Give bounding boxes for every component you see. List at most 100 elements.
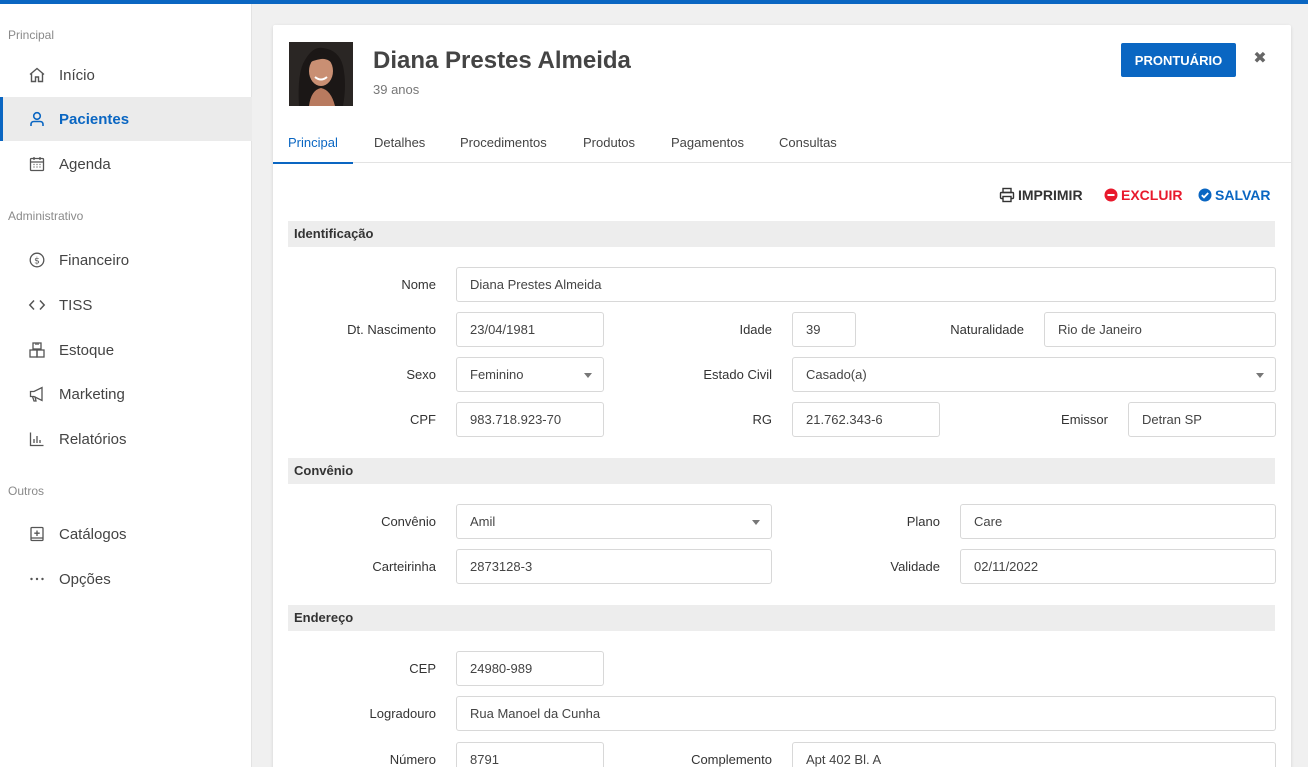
sidebar-item-label: TISS xyxy=(59,296,93,314)
more-icon xyxy=(28,570,46,588)
convenio-value: Amil xyxy=(470,514,496,529)
sidebar: Principal Início Pacientes Agenda Admini… xyxy=(0,4,252,767)
chevron-down-icon xyxy=(752,520,760,525)
sidebar-item-label: Marketing xyxy=(59,385,125,403)
plano-field[interactable]: Care xyxy=(960,504,1276,539)
svg-text:$: $ xyxy=(34,256,40,266)
sidebar-section-title: Outros xyxy=(8,484,45,498)
numero-field[interactable]: 8791 xyxy=(456,742,604,767)
tab-consultas[interactable]: Consultas xyxy=(779,135,837,163)
rg-field[interactable]: 21.762.343-6 xyxy=(792,402,940,437)
sidebar-item-catalogos[interactable]: Catálogos xyxy=(0,512,252,556)
sidebar-section-title: Administrativo xyxy=(8,209,84,223)
section-identificacao: Identificação xyxy=(288,221,1275,247)
convenio-select[interactable]: Amil xyxy=(456,504,772,539)
logradouro-label: Logradouro xyxy=(369,706,437,721)
print-button[interactable]: IMPRIMIR xyxy=(999,187,1083,203)
sexo-select[interactable]: Feminino xyxy=(456,357,604,392)
catalog-icon xyxy=(28,525,46,543)
sidebar-item-label: Pacientes xyxy=(59,110,130,128)
logradouro-field[interactable]: Rua Manoel da Cunha xyxy=(456,696,1276,731)
estado-civil-value: Casado(a) xyxy=(806,367,867,382)
cep-field[interactable]: 24980-989 xyxy=(456,651,604,686)
sidebar-item-relatorios[interactable]: Relatórios xyxy=(0,417,252,461)
nascimento-field[interactable]: 23/04/1981 xyxy=(456,312,604,347)
numero-label: Número xyxy=(389,752,436,767)
nome-label: Nome xyxy=(401,277,436,292)
naturalidade-label: Naturalidade xyxy=(950,322,1024,337)
tab-principal[interactable]: Principal xyxy=(273,135,353,164)
validade-field[interactable]: 02/11/2022 xyxy=(960,549,1276,584)
sidebar-item-financeiro[interactable]: $ Financeiro xyxy=(0,238,252,282)
check-circle-icon xyxy=(1198,188,1212,202)
patient-age: 39 anos xyxy=(373,82,420,97)
minus-circle-icon xyxy=(1104,188,1118,202)
idade-label: Idade xyxy=(739,322,772,337)
sexo-value: Feminino xyxy=(470,367,524,382)
save-label: SALVAR xyxy=(1215,187,1271,203)
sidebar-item-label: Relatórios xyxy=(59,430,127,448)
sexo-label: Sexo xyxy=(406,367,436,382)
sidebar-item-pacientes[interactable]: Pacientes xyxy=(0,97,252,141)
print-label: IMPRIMIR xyxy=(1018,187,1083,203)
sidebar-item-tiss[interactable]: TISS xyxy=(0,283,252,327)
sidebar-item-label: Opções xyxy=(59,570,111,588)
estado-civil-label: Estado Civil xyxy=(703,367,772,382)
sidebar-item-label: Catálogos xyxy=(59,525,127,543)
sidebar-item-label: Agenda xyxy=(59,155,111,173)
sidebar-item-estoque[interactable]: Estoque xyxy=(0,328,252,372)
avatar xyxy=(289,42,353,106)
idade-field[interactable]: 39 xyxy=(792,312,856,347)
sidebar-item-agenda[interactable]: Agenda xyxy=(0,142,252,186)
convenio-label: Convênio xyxy=(381,514,436,529)
estado-civil-select[interactable]: Casado(a) xyxy=(792,357,1276,392)
carteirinha-field[interactable]: 2873128-3 xyxy=(456,549,772,584)
prontuario-button[interactable]: PRONTUÁRIO xyxy=(1121,43,1236,77)
patient-card: Diana Prestes Almeida 39 anos PRONTUÁRIO… xyxy=(273,25,1291,767)
sidebar-item-opcoes[interactable]: Opções xyxy=(0,557,252,601)
save-button[interactable]: SALVAR xyxy=(1198,187,1270,203)
user-icon xyxy=(28,110,46,128)
cpf-label: CPF xyxy=(410,412,436,427)
calendar-icon xyxy=(28,155,46,173)
tab-detalhes[interactable]: Detalhes xyxy=(374,135,425,163)
nome-field[interactable]: Diana Prestes Almeida xyxy=(456,267,1276,302)
tab-procedimentos[interactable]: Procedimentos xyxy=(460,135,547,163)
complemento-label: Complemento xyxy=(691,752,772,767)
section-convenio: Convênio xyxy=(288,458,1275,484)
nascimento-label: Dt. Nascimento xyxy=(347,322,436,337)
complemento-field[interactable]: Apt 402 Bl. A xyxy=(792,742,1276,767)
delete-label: EXCLUIR xyxy=(1121,187,1183,203)
emissor-field[interactable]: Detran SP xyxy=(1128,402,1276,437)
boxes-icon xyxy=(28,341,46,359)
section-endereco: Endereço xyxy=(288,605,1275,631)
validade-label: Validade xyxy=(890,559,940,574)
rg-label: RG xyxy=(752,412,773,427)
printer-icon xyxy=(999,187,1015,203)
emissor-label: Emissor xyxy=(1061,412,1108,427)
plano-label: Plano xyxy=(906,514,940,529)
sidebar-item-label: Financeiro xyxy=(59,251,130,269)
sidebar-item-label: Estoque xyxy=(59,341,115,359)
bar-chart-icon xyxy=(28,430,46,448)
chevron-down-icon xyxy=(584,373,592,378)
cpf-field[interactable]: 983.718.923-70 xyxy=(456,402,604,437)
code-icon xyxy=(28,296,46,314)
carteirinha-label: Carteirinha xyxy=(372,559,436,574)
sidebar-item-inicio[interactable]: Início xyxy=(0,53,252,97)
chevron-down-icon xyxy=(1256,373,1264,378)
tab-bar: Principal Detalhes Procedimentos Produto… xyxy=(273,131,1291,164)
dollar-circle-icon: $ xyxy=(28,251,46,269)
close-icon[interactable]: ✖ xyxy=(1251,50,1269,68)
delete-button[interactable]: EXCLUIR xyxy=(1104,187,1182,203)
sidebar-section-title: Principal xyxy=(8,28,55,42)
tab-pagamentos[interactable]: Pagamentos xyxy=(671,135,744,163)
cep-label: CEP xyxy=(409,661,436,676)
sidebar-item-label: Início xyxy=(59,66,95,84)
naturalidade-field[interactable]: Rio de Janeiro xyxy=(1044,312,1276,347)
tab-produtos[interactable]: Produtos xyxy=(583,135,635,163)
sidebar-item-marketing[interactable]: Marketing xyxy=(0,372,252,416)
home-icon xyxy=(28,66,46,84)
megaphone-icon xyxy=(28,385,46,403)
patient-name: Diana Prestes Almeida xyxy=(373,47,631,74)
